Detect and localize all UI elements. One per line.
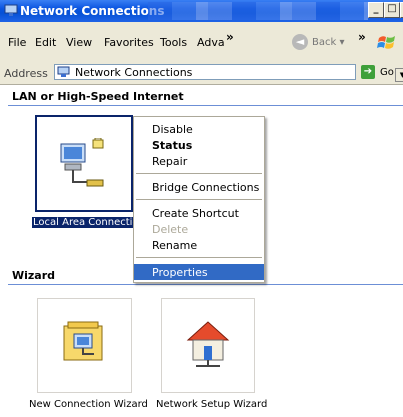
menu-separator: [136, 199, 262, 200]
toolbar-chevron-icon[interactable]: »: [358, 30, 366, 44]
context-menu: Disable Status Repair Bridge Connections…: [133, 116, 265, 283]
network-connection-icon: [60, 138, 104, 187]
go-button[interactable]: Go: [380, 67, 394, 78]
group-header-lan: LAN or High-Speed Internet: [12, 90, 184, 103]
group-divider: [8, 105, 403, 106]
maximize-button[interactable]: □: [384, 2, 400, 18]
menu-item-status[interactable]: Status: [134, 137, 264, 153]
menu-item-repair[interactable]: Repair: [134, 153, 264, 169]
minimize-button[interactable]: _: [368, 2, 384, 18]
title-bar-fill: [148, 2, 368, 20]
menu-chevron-icon[interactable]: »: [226, 30, 234, 44]
group-divider: [8, 284, 403, 285]
network-connections-icon: [4, 4, 18, 16]
menu-favorites[interactable]: Favorites: [104, 36, 154, 49]
back-button[interactable]: ◄ Back ▾: [292, 34, 344, 50]
menu-file[interactable]: File: [8, 36, 26, 49]
menu-separator: [136, 257, 262, 258]
item-label: Local Area Connection: [32, 217, 146, 228]
back-arrow-icon: ◄: [292, 34, 308, 50]
window-title: Network Connections: [20, 4, 165, 18]
back-label: Back: [312, 37, 337, 48]
menu-item-rename[interactable]: Rename: [134, 237, 264, 253]
menu-item-bridge-connections[interactable]: Bridge Connections: [134, 179, 264, 195]
title-bar[interactable]: Network Connections _ □ ×: [0, 0, 403, 22]
windows-logo-icon: [377, 36, 395, 49]
menu-item-create-shortcut[interactable]: Create Shortcut: [134, 205, 264, 221]
menu-separator: [136, 173, 262, 174]
address-dropdown-icon[interactable]: ▼: [395, 68, 403, 82]
go-arrow-icon[interactable]: ➔: [361, 65, 375, 79]
menu-item-disable[interactable]: Disable: [134, 121, 264, 137]
address-value: Network Connections: [75, 66, 193, 79]
address-field[interactable]: Network Connections ▼: [54, 64, 403, 82]
network-connections-icon: [57, 66, 70, 77]
item-label: Network Setup Wizard: [156, 399, 268, 410]
menu-item-properties[interactable]: Properties: [134, 264, 264, 280]
menu-advanced[interactable]: Adva: [197, 36, 225, 49]
new-connection-wizard-icon: [63, 321, 103, 361]
menu-item-delete: Delete: [152, 223, 189, 236]
group-header-wizard: Wizard: [12, 269, 56, 282]
menu-edit[interactable]: Edit: [35, 36, 56, 49]
item-label: New Connection Wizard: [29, 399, 148, 410]
menu-view[interactable]: View: [66, 36, 92, 49]
menu-tools[interactable]: Tools: [160, 36, 187, 49]
address-bar: Address Network Connections ▼ ➔ Go: [0, 62, 403, 85]
network-setup-wizard-icon: [186, 321, 230, 367]
address-label: Address: [4, 67, 48, 80]
menu-bar: File Edit View Favorites Tools Adva » ◄ B…: [0, 22, 403, 63]
